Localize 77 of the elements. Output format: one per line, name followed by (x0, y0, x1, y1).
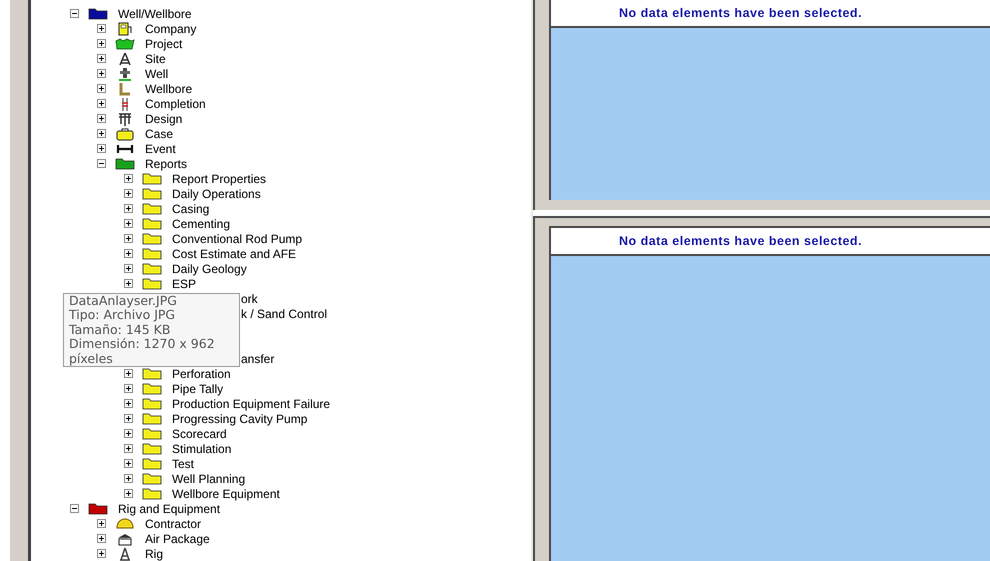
expand-icon[interactable] (97, 519, 106, 528)
tree-item-label[interactable]: Cementing (172, 216, 230, 230)
project-icon (115, 36, 135, 50)
collapse-icon[interactable] (97, 159, 106, 168)
expand-icon[interactable] (124, 219, 133, 228)
expand-icon[interactable] (124, 459, 133, 468)
tree-item-label[interactable]: Site (145, 52, 166, 66)
tree-item-label[interactable]: Stimulation (172, 442, 232, 456)
tree-item-label[interactable]: Casing (172, 202, 210, 216)
tree-item-label[interactable]: Case (145, 126, 174, 140)
expand-icon[interactable] (124, 234, 133, 243)
panel-message: No data elements have been selected. (551, 0, 990, 28)
tree-item-label[interactable]: Report Properties (172, 172, 266, 186)
tree-item-label[interactable]: Daily Operations (172, 186, 261, 200)
expand-icon[interactable] (124, 369, 133, 378)
tree-item-label[interactable]: ork (241, 292, 258, 306)
tree-item-label[interactable]: Conventional Rod Pump (172, 232, 302, 246)
collapse-icon[interactable] (70, 504, 79, 513)
expand-icon[interactable] (124, 174, 133, 183)
tree-item-label[interactable]: Event (145, 142, 176, 156)
tooltip-line: Dimensión: 1270 x 962 píxeles (69, 337, 216, 366)
expand-icon[interactable] (124, 414, 133, 423)
tree-item-label[interactable]: Reports (145, 156, 188, 170)
tree-item-label[interactable]: Wellbore Equipment (172, 486, 280, 500)
tooltip-line: Tipo: Archivo JPG (69, 308, 176, 323)
tree-item-label[interactable]: Well (145, 66, 168, 80)
expand-icon[interactable] (97, 99, 106, 108)
tree-item-label[interactable]: Perforation (172, 366, 231, 380)
expand-icon[interactable] (97, 534, 106, 543)
expand-icon[interactable] (124, 489, 133, 498)
tree-item-label[interactable]: ansfer (241, 352, 274, 366)
expand-icon[interactable] (97, 549, 106, 558)
tree-item-label[interactable]: Rig (145, 546, 164, 560)
expand-icon[interactable] (124, 249, 133, 258)
tooltip-line: DataAnlayser.JPG (69, 294, 178, 308)
expand-icon[interactable] (124, 264, 133, 273)
briefcase-icon (115, 126, 135, 140)
tree-item-label[interactable]: Progressing Cavity Pump (172, 412, 308, 426)
tooltip-line: Tamaño: 145 KB (69, 322, 172, 338)
tree-item-label[interactable]: Daily Geology (172, 262, 247, 276)
tree-item-label[interactable]: Scorecard (172, 426, 227, 440)
tree-item-label[interactable]: Air Package (145, 532, 210, 546)
expand-icon[interactable] (97, 114, 106, 123)
tree-item-label[interactable]: Cost Estimate and AFE (172, 246, 296, 260)
tree-item-label[interactable]: k / Sand Control (241, 306, 328, 320)
tree-item-label[interactable]: Completion (145, 96, 206, 110)
expand-icon[interactable] (124, 444, 133, 453)
expand-icon[interactable] (124, 399, 133, 408)
expand-icon[interactable] (97, 54, 106, 63)
tree-item-label[interactable]: Contractor (145, 516, 202, 530)
tree-item-label[interactable]: Rig and Equipment (118, 502, 220, 516)
expand-icon[interactable] (124, 204, 133, 213)
expand-icon[interactable] (97, 24, 106, 33)
tree-item-label[interactable]: Project (145, 36, 182, 50)
panel-message: No data elements have been selected. (551, 228, 990, 256)
expand-icon[interactable] (97, 144, 106, 153)
collapse-icon[interactable] (70, 9, 79, 18)
tree-item-label[interactable]: Well/Wellbore (118, 6, 192, 20)
expand-icon[interactable] (124, 189, 133, 198)
splitter-bar[interactable] (10, 0, 31, 561)
hard-hat-icon (115, 516, 135, 530)
expand-icon[interactable] (97, 39, 106, 48)
tree-item-label[interactable]: Test (172, 456, 194, 470)
tree-item-label[interactable]: Wellbore (145, 82, 192, 96)
tree-item-label[interactable]: Well Planning (172, 472, 246, 486)
tree-item-label[interactable]: Production Equipment Failure (172, 396, 330, 410)
tree-item-label[interactable]: Pipe Tally (172, 382, 224, 396)
tree-item-label[interactable]: ESP (172, 276, 196, 290)
expand-icon[interactable] (124, 279, 133, 288)
expand-icon[interactable] (97, 69, 106, 78)
expand-icon[interactable] (124, 429, 133, 438)
expand-icon[interactable] (124, 474, 133, 483)
tree-item-label[interactable]: Design (145, 112, 182, 126)
expand-icon[interactable] (97, 84, 106, 93)
tree-item-label[interactable]: Company (145, 22, 196, 36)
expand-icon[interactable] (97, 129, 106, 138)
expand-icon[interactable] (124, 384, 133, 393)
